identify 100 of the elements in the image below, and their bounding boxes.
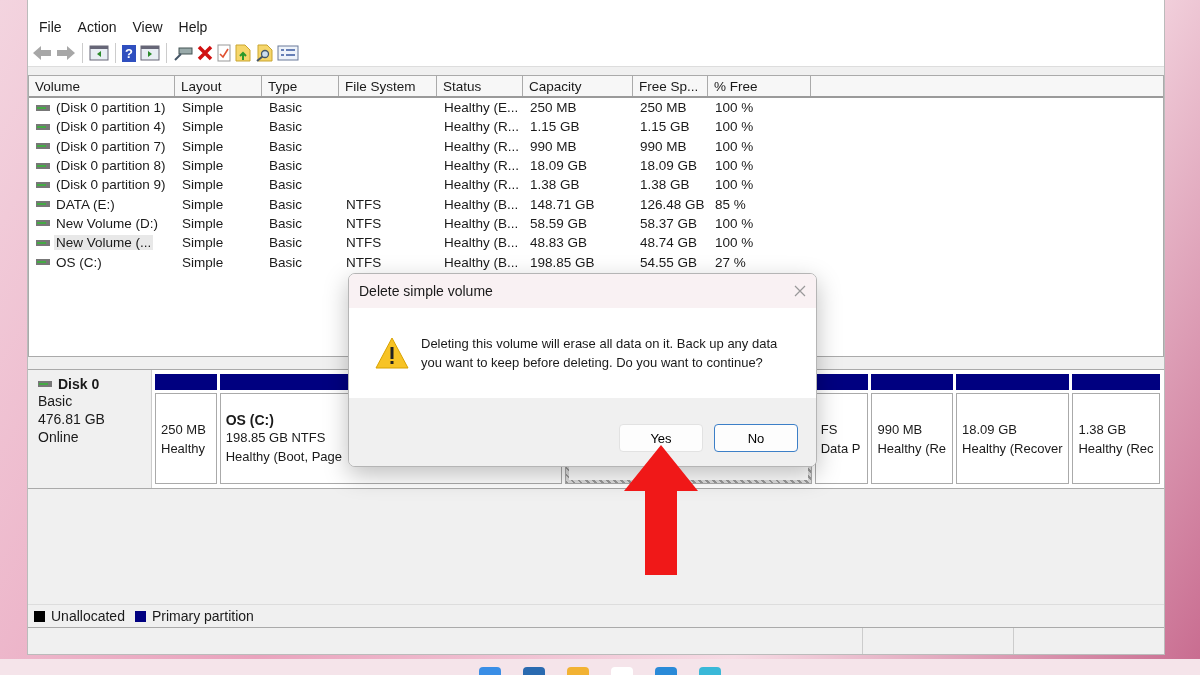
- partition-block[interactable]: 250 MB Healthy: [155, 393, 217, 484]
- table-cell: 198.85 GB: [530, 254, 595, 270]
- table-cell: Basic: [269, 254, 302, 270]
- partition-info: Healthy (Re: [877, 439, 947, 458]
- volume-name[interactable]: (Disk 0 partition 4): [54, 119, 168, 135]
- dialog-button[interactable]: Yes: [619, 424, 703, 452]
- table-cell: Healthy (B...: [444, 254, 519, 270]
- table-cell: Simple: [182, 177, 224, 193]
- column-header[interactable]: Layout: [175, 76, 262, 96]
- pane-icon[interactable]: [89, 45, 109, 61]
- table-cell: 100 %: [715, 158, 754, 174]
- table-cell: Basic: [269, 235, 302, 251]
- folder-search-icon[interactable]: [255, 44, 273, 62]
- table-cell: Simple: [182, 138, 224, 154]
- table-cell: Healthy (R...: [444, 119, 520, 135]
- column-header[interactable]: Volume: [29, 76, 175, 96]
- table-cell: Simple: [182, 235, 224, 251]
- menu-item[interactable]: Action: [70, 19, 124, 35]
- table-cell: 1.15 GB: [640, 119, 690, 135]
- table-cell: Basic: [269, 119, 302, 135]
- dialog-title: Delete simple volume: [359, 283, 493, 299]
- partition-block[interactable]: 18.09 GB Healthy (Recover: [956, 393, 1070, 484]
- volume-name[interactable]: (Disk 0 partition 7): [54, 138, 168, 154]
- partition-block[interactable]: FS Data P: [814, 393, 869, 484]
- table-cell: NTFS: [346, 196, 382, 212]
- volume-name[interactable]: (Disk 0 partition 8): [54, 158, 168, 174]
- table-cell: Healthy (E...: [444, 100, 519, 116]
- partition-block[interactable]: 1.38 GB Healthy (Rec: [1072, 393, 1160, 484]
- table-cell: 85 %: [715, 196, 746, 212]
- partition-info: Healthy (Recover: [962, 439, 1063, 458]
- folder-arrow-icon[interactable]: [235, 44, 251, 62]
- column-header[interactable]: Free Sp...: [633, 76, 708, 96]
- table-cell: NTFS: [346, 254, 382, 270]
- dialog-button[interactable]: No: [714, 424, 798, 452]
- table-cell: 54.55 GB: [640, 254, 698, 270]
- column-header[interactable]: Status: [437, 76, 523, 96]
- partition-info: 250 MB: [161, 420, 206, 439]
- menu-item[interactable]: Help: [171, 19, 215, 35]
- table-cell: NTFS: [346, 235, 382, 251]
- disk-info: 476.81 GB: [38, 410, 106, 428]
- list-icon[interactable]: [277, 45, 299, 61]
- table-cell: Basic: [269, 100, 302, 116]
- table-cell: Simple: [182, 119, 224, 135]
- table-cell: 48.83 GB: [530, 235, 588, 251]
- table-cell: 27 %: [715, 254, 746, 270]
- table-cell: Basic: [269, 138, 302, 154]
- table-cell: Simple: [182, 215, 224, 231]
- table-cell: Basic: [269, 196, 302, 212]
- table-cell: 1.38 GB: [640, 177, 690, 193]
- partition-info: 1.38 GB: [1078, 420, 1127, 439]
- table-cell: Healthy (R...: [444, 158, 520, 174]
- disk-info: Basic: [38, 392, 74, 410]
- volume-name[interactable]: (Disk 0 partition 1): [54, 100, 168, 116]
- volume-name[interactable]: OS (C:): [54, 254, 104, 270]
- table-cell: Simple: [182, 254, 224, 270]
- column-header[interactable]: Capacity: [523, 76, 633, 96]
- partition-info: Data P: [820, 439, 861, 458]
- help-button[interactable]: ?: [122, 44, 136, 62]
- partition-bar: [155, 374, 217, 390]
- table-cell: 100 %: [715, 235, 754, 251]
- table-cell: 1.38 GB: [530, 177, 580, 193]
- partition-info: Healthy: [161, 439, 206, 458]
- table-cell: 100 %: [715, 138, 754, 154]
- table-cell: 58.59 GB: [530, 215, 588, 231]
- table-cell: Simple: [182, 158, 224, 174]
- partition-info: 18.09 GB: [962, 420, 1017, 439]
- table-cell: Healthy (B...: [444, 215, 519, 231]
- volume-name[interactable]: New Volume (...: [54, 235, 154, 251]
- partition-info: Healthy (Boot, Page: [225, 447, 343, 466]
- table-cell: 990 MB: [640, 138, 687, 154]
- table-cell: 100 %: [715, 215, 754, 231]
- table-cell: Simple: [182, 196, 224, 212]
- table-cell: 18.09 GB: [640, 158, 698, 174]
- column-header[interactable]: File System: [339, 76, 437, 96]
- table-cell: 250 MB: [640, 100, 687, 116]
- table-cell: 250 MB: [530, 100, 577, 116]
- volume-name[interactable]: New Volume (D:): [54, 215, 161, 231]
- column-header[interactable]: % Free: [708, 76, 811, 96]
- delete-icon[interactable]: [197, 45, 213, 61]
- volume-name[interactable]: DATA (E:): [54, 196, 117, 212]
- table-cell: 100 %: [715, 177, 754, 193]
- document-check-icon[interactable]: [217, 44, 231, 62]
- table-cell: Basic: [269, 215, 302, 231]
- partition-title: OS (C:): [225, 411, 275, 428]
- table-cell: Basic: [269, 158, 302, 174]
- table-cell: 126.48 GB: [640, 196, 705, 212]
- menu-item[interactable]: File: [32, 19, 69, 35]
- pane-icon[interactable]: [140, 45, 160, 61]
- column-header[interactable]: Type: [262, 76, 339, 96]
- menu-item[interactable]: View: [125, 19, 170, 35]
- table-cell: 58.37 GB: [640, 215, 698, 231]
- volume-name[interactable]: (Disk 0 partition 9): [54, 177, 168, 193]
- table-cell: Healthy (B...: [444, 196, 519, 212]
- partition-bar: [814, 374, 869, 390]
- partition-block[interactable]: 990 MB Healthy (Re: [871, 393, 954, 484]
- close-icon[interactable]: [794, 285, 806, 297]
- legend-label: Primary partition: [151, 608, 254, 624]
- warning-icon: [375, 337, 409, 369]
- partition-info: FS: [820, 420, 838, 439]
- table-cell: 990 MB: [530, 138, 577, 154]
